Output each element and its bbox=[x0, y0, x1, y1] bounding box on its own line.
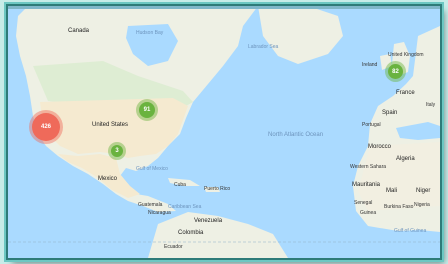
label-north-atlantic-ocean: North Atlantic Ocean bbox=[268, 132, 324, 138]
cluster-marker-91[interactable]: 91 bbox=[139, 102, 155, 118]
cluster-marker-3[interactable]: 3 bbox=[111, 145, 123, 157]
world-map[interactable] bbox=[8, 6, 440, 258]
label-nigeria: Nigeria bbox=[414, 202, 430, 208]
label-italy: Italy bbox=[426, 102, 436, 108]
map-top-bar bbox=[8, 6, 440, 9]
label-senegal: Senegal bbox=[354, 200, 373, 206]
label-puerto-rico: Puerto Rico bbox=[204, 186, 231, 192]
label-burkina-faso: Burkina Faso bbox=[384, 204, 414, 210]
label-colombia: Colombia bbox=[178, 230, 204, 236]
label-niger: Niger bbox=[416, 188, 431, 194]
label-venezuela: Venezuela bbox=[194, 218, 223, 224]
label-labrador-sea: Labrador Sea bbox=[248, 44, 279, 50]
label-hudson-bay: Hudson Bay bbox=[136, 30, 164, 36]
label-ecuador: Ecuador bbox=[164, 244, 183, 250]
label-mali: Mali bbox=[386, 188, 398, 194]
label-portugal: Portugal bbox=[362, 122, 381, 128]
label-nicaragua: Nicaragua bbox=[148, 210, 171, 216]
label-france: France bbox=[396, 90, 415, 96]
label-western-sahara: Western Sahara bbox=[350, 164, 387, 170]
label-gulf-of-guinea: Gulf of Guinea bbox=[394, 228, 427, 234]
label-united-states: United States bbox=[92, 122, 129, 128]
label-gulf-of-mexico: Gulf of Mexico bbox=[136, 166, 168, 172]
label-cuba: Cuba bbox=[174, 182, 186, 188]
label-algeria: Algeria bbox=[396, 156, 415, 162]
cluster-marker-82[interactable]: 82 bbox=[388, 64, 403, 79]
label-guatemala: Guatemala bbox=[138, 202, 163, 208]
label-united-kingdom: United Kingdom bbox=[388, 52, 424, 58]
label-mexico: Mexico bbox=[98, 176, 118, 182]
label-canada: Canada bbox=[68, 28, 90, 34]
label-caribbean-sea: Caribbean Sea bbox=[168, 204, 202, 210]
map-frame: Canada Hudson Bay Labrador Sea United St… bbox=[8, 6, 440, 258]
cluster-marker-426[interactable]: 426 bbox=[32, 113, 60, 141]
label-mauritania: Mauritania bbox=[352, 182, 381, 188]
label-ireland: Ireland bbox=[362, 62, 378, 68]
label-spain: Spain bbox=[382, 110, 398, 116]
label-guinea: Guinea bbox=[360, 210, 377, 216]
label-morocco: Morocco bbox=[368, 144, 392, 150]
